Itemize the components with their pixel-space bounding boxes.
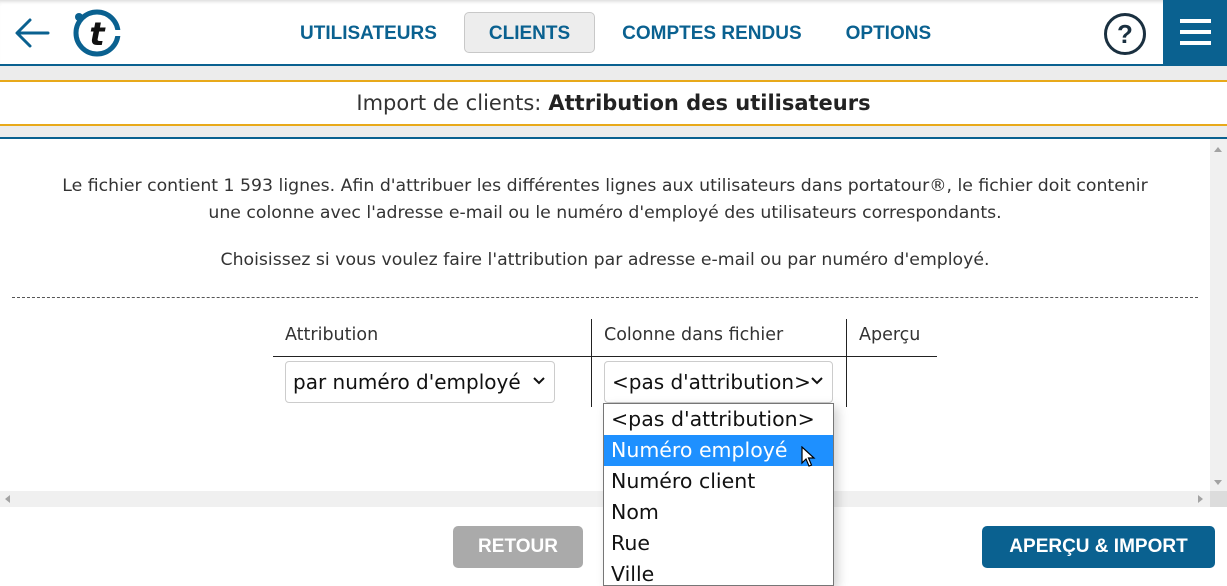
dropdown-option[interactable]: <pas d'attribution> <box>604 404 833 435</box>
dropdown-option-highlighted[interactable]: Numéro employé <box>604 435 833 466</box>
intro-line-3: Choisissez si vous voulez faire l'attrib… <box>220 250 990 270</box>
dropdown-option[interactable]: Ville <box>604 559 833 585</box>
page-title-main: Attribution des utilisateurs <box>548 91 871 115</box>
dropdown-option[interactable]: Nom <box>604 497 833 528</box>
column-dropdown-list[interactable]: <pas d'attribution> Numéro employé Numér… <box>603 403 834 586</box>
nav-comptes-rendus[interactable]: COMPTES RENDUS <box>605 12 818 53</box>
retour-button[interactable]: RETOUR <box>453 526 583 568</box>
attribution-select[interactable]: par numéro d'employé <box>285 361 555 403</box>
separator-strip <box>0 126 1227 137</box>
mouse-pointer-icon <box>801 446 816 467</box>
chevron-down-icon <box>811 377 823 385</box>
scroll-down-icon[interactable] <box>1214 480 1222 485</box>
main-nav: UTILISATEURS CLIENTS COMPTES RENDUS OPTI… <box>283 12 958 53</box>
page-title: Import de clients: Attribution des utili… <box>0 80 1227 126</box>
column-select-value: <pas d'attribution> <box>612 370 811 394</box>
chevron-down-icon <box>533 377 545 385</box>
column-select[interactable]: <pas d'attribution> <box>604 361 833 403</box>
header-attribution: Attribution <box>285 325 379 345</box>
top-bar: t UTILISATEURS CLIENTS COMPTES RENDUS OP… <box>0 0 1227 66</box>
column-divider <box>591 319 592 407</box>
nav-clients[interactable]: CLIENTS <box>463 12 596 53</box>
separator-strip <box>0 66 1227 80</box>
nav-utilisateurs[interactable]: UTILISATEURS <box>283 12 454 53</box>
dropdown-option[interactable]: Numéro client <box>604 466 833 497</box>
divider <box>12 297 1198 298</box>
intro-line-2: une colonne avec l'adresse e-mail ou le … <box>208 203 1002 223</box>
scrollbar-corner <box>1210 491 1227 507</box>
portatour-logo[interactable]: t <box>70 8 124 58</box>
table-header-line <box>273 356 937 357</box>
nav-options[interactable]: OPTIONS <box>829 12 949 53</box>
dropdown-option[interactable]: Rue <box>604 528 833 559</box>
header-colonne: Colonne dans fichier <box>604 325 784 345</box>
back-arrow-icon[interactable] <box>12 14 52 52</box>
hamburger-menu-icon[interactable] <box>1163 0 1227 64</box>
svg-text:t: t <box>89 15 106 53</box>
header-apercu: Aperçu <box>859 325 921 345</box>
vertical-scrollbar[interactable] <box>1210 139 1227 493</box>
intro-line-1: Le fichier contient 1 593 lignes. Afin d… <box>62 176 1148 196</box>
help-icon[interactable]: ? <box>1104 13 1146 55</box>
attribution-select-value: par numéro d'employé <box>293 370 521 394</box>
scroll-up-icon[interactable] <box>1214 147 1222 152</box>
scroll-right-icon[interactable] <box>1198 495 1203 503</box>
scroll-left-icon[interactable] <box>5 495 10 503</box>
apercu-import-button[interactable]: APERÇU & IMPORT <box>982 526 1215 568</box>
column-divider <box>846 319 847 407</box>
page-title-prefix: Import de clients: <box>356 91 542 115</box>
